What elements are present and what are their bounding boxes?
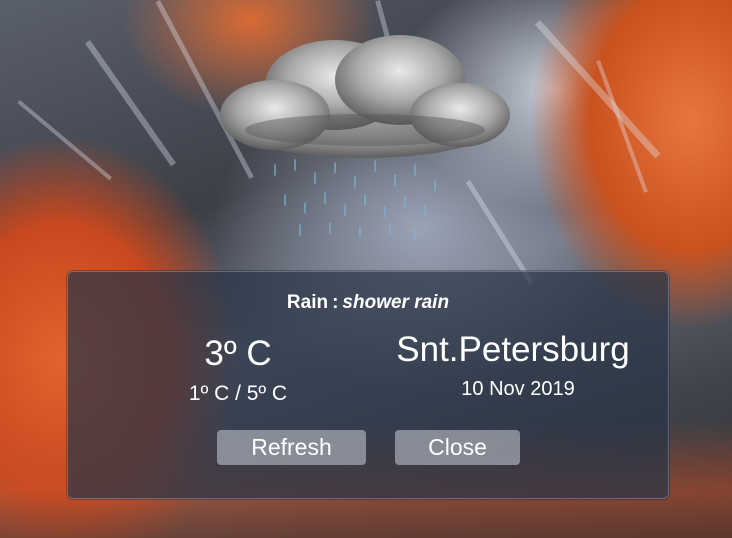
- weather-date: 10 Nov 2019: [461, 378, 575, 400]
- rain-cloud-icon: [220, 35, 510, 158]
- rain-drops-icon: [274, 159, 436, 240]
- weather-separator: :: [332, 292, 339, 313]
- current-temperature: 3º C: [204, 334, 272, 373]
- weather-detail: shower rain: [342, 292, 450, 313]
- close-button[interactable]: Close: [395, 430, 520, 465]
- weather-panel: Rain: shower rain 3º C 1º C / 5º C Snt.Pe…: [67, 271, 669, 499]
- refresh-button[interactable]: Refresh: [217, 430, 366, 465]
- weather-condition: Rain: [286, 292, 329, 313]
- city-name: Snt.Petersburg: [396, 330, 630, 369]
- temperature-range: 1º C / 5º C: [188, 382, 288, 405]
- weather-description: Rain: shower rain: [68, 292, 668, 314]
